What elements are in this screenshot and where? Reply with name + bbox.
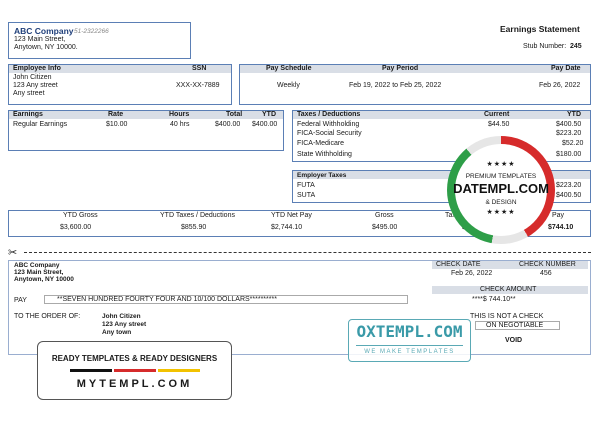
- ytd-header: YTD: [262, 111, 276, 118]
- mytempl-stripe-yellow: [158, 369, 200, 372]
- check-city: Anytown, NY 10000: [14, 276, 74, 283]
- suta-ytd: $400.50: [556, 192, 582, 199]
- current-header: Current: [484, 111, 510, 118]
- employee-city: Any street: [13, 90, 45, 97]
- ded-row-3-name: State Withholding: [297, 151, 352, 158]
- pay-period: Feb 19, 2022 to Feb 25, 2022: [349, 82, 442, 89]
- earnings-type: Regular Earnings: [13, 121, 68, 128]
- earnings-header: Earnings: [13, 111, 43, 118]
- ytd-net-header: YTD Net Pay: [271, 212, 312, 219]
- check-amount-header: CHECK AMOUNT: [480, 286, 537, 293]
- badge-brand: DATEMPL.COM: [453, 181, 549, 196]
- ded-row-1-ytd: $223.20: [556, 130, 582, 137]
- scissors-icon: ✂: [8, 247, 18, 259]
- mytempl-stripe-black: [70, 369, 112, 372]
- ded-row-0-name: Federal Withholding: [297, 121, 360, 128]
- employee-street: 123 Any street: [13, 82, 58, 89]
- stub-label: Stub Number:: [523, 43, 567, 50]
- gross-value: $495.00: [372, 224, 398, 231]
- deductions-header: Taxes / Deductions: [297, 111, 361, 118]
- ytd-gross-header: YTD Gross: [63, 212, 98, 219]
- payee-street: 123 Any street: [102, 321, 147, 328]
- badge-stars-top: ★★★★: [486, 161, 516, 168]
- stub-number: 245: [570, 43, 582, 50]
- ded-row-2-name: FICA-Medicare: [297, 140, 345, 147]
- earnings-total: $400.00: [215, 121, 241, 128]
- earnings-ytd: $400.00: [252, 121, 278, 128]
- ded-row-2-ytd: $52.20: [562, 140, 584, 147]
- futa-ytd: $223.20: [556, 182, 582, 189]
- ytd-net-value: $2,744.10: [271, 224, 303, 231]
- earnings-rate: $10.00: [106, 121, 128, 128]
- gross-header: Gross: [375, 212, 394, 219]
- ssn-header: SSN: [192, 65, 207, 72]
- ded-row-3-ytd: $180.00: [556, 151, 582, 158]
- void-text: VOID: [505, 337, 523, 344]
- mytempl-stripe-red: [114, 369, 156, 372]
- pay-date-header: Pay Date: [551, 65, 581, 72]
- badge-line2: & DESIGN: [485, 199, 517, 206]
- employer-taxes-header: Employer Taxes: [297, 172, 347, 179]
- earnings-hours: 40 hrs: [170, 121, 190, 128]
- company-id: 51-2322266: [74, 28, 109, 35]
- futa-label: FUTA: [297, 182, 315, 189]
- oxtempl-brand: OXTEMPL.COM: [356, 322, 463, 341]
- ytd-taxes-value: $855.90: [181, 224, 207, 231]
- check-number-value: 456: [540, 270, 552, 277]
- order-label: TO THE ORDER OF:: [14, 313, 81, 320]
- check-street: 123 Main Street,: [14, 269, 64, 276]
- hours-header: Hours: [169, 111, 190, 118]
- pay-period-header: Pay Period: [382, 65, 419, 72]
- rate-header: Rate: [108, 111, 124, 118]
- not-check-text: THIS IS NOT A CHECK: [470, 313, 544, 320]
- pay-schedule: Weekly: [277, 82, 300, 89]
- net-pay-value: $744.10: [548, 224, 574, 231]
- non-negotiable-text: ON NEGOTIABLE: [486, 322, 544, 329]
- statement-title: Earnings Statement: [500, 24, 580, 34]
- company-street: 123 Main Street,: [14, 36, 66, 43]
- mytempl-brand: MYTEMPL.COM: [76, 378, 193, 390]
- payee-name: John Citizen: [102, 313, 141, 320]
- ded-row-1-name: FICA-Social Security: [297, 130, 362, 137]
- ded-row-0-ytd: $400.50: [556, 121, 582, 128]
- total-header: Total: [226, 111, 243, 118]
- check-date-value: Feb 26, 2022: [451, 270, 493, 277]
- pay-date: Feb 26, 2022: [539, 82, 581, 89]
- check-company: ABC Company: [14, 262, 60, 269]
- ded-row-0-current: $44.50: [488, 121, 510, 128]
- payee-city: Any town: [102, 329, 132, 336]
- company-name: ABC Company: [14, 26, 74, 36]
- oxtempl-divider: [356, 345, 463, 346]
- check-amount-value: ****$ 744.10**: [472, 296, 516, 303]
- deductions-ytd-header: YTD: [567, 111, 581, 118]
- suta-label: SUTA: [297, 192, 316, 199]
- badge-line1: PREMIUM TEMPLATES: [465, 173, 537, 180]
- pay-label: PAY: [14, 297, 27, 304]
- net-pay-header: Pay: [552, 212, 565, 219]
- oxtempl-tagline: WE MAKE TEMPLATES: [364, 349, 455, 355]
- pay-words: **SEVEN HUNDRED FOURTY FOUR AND 10/100 D…: [57, 296, 277, 303]
- ytd-gross-value: $3,600.00: [60, 224, 92, 231]
- check-date-header: CHECK DATE: [436, 261, 481, 268]
- pay-schedule-header: Pay Schedule: [266, 65, 312, 72]
- employee-header: Employee Info: [13, 65, 61, 72]
- employee-ssn: XXX-XX-7889: [176, 82, 220, 89]
- badge-stars-bottom: ★★★★: [486, 209, 516, 216]
- company-city: Anytown, NY 10000.: [14, 44, 78, 51]
- employee-name: John Citizen: [13, 74, 52, 81]
- cut-line: [24, 252, 591, 253]
- mytempl-line1: READY TEMPLATES & READY DESIGNERS: [51, 354, 218, 363]
- check-number-header: CHECK NUMBER: [519, 261, 576, 268]
- ytd-taxes-header: YTD Taxes / Deductions: [160, 212, 235, 219]
